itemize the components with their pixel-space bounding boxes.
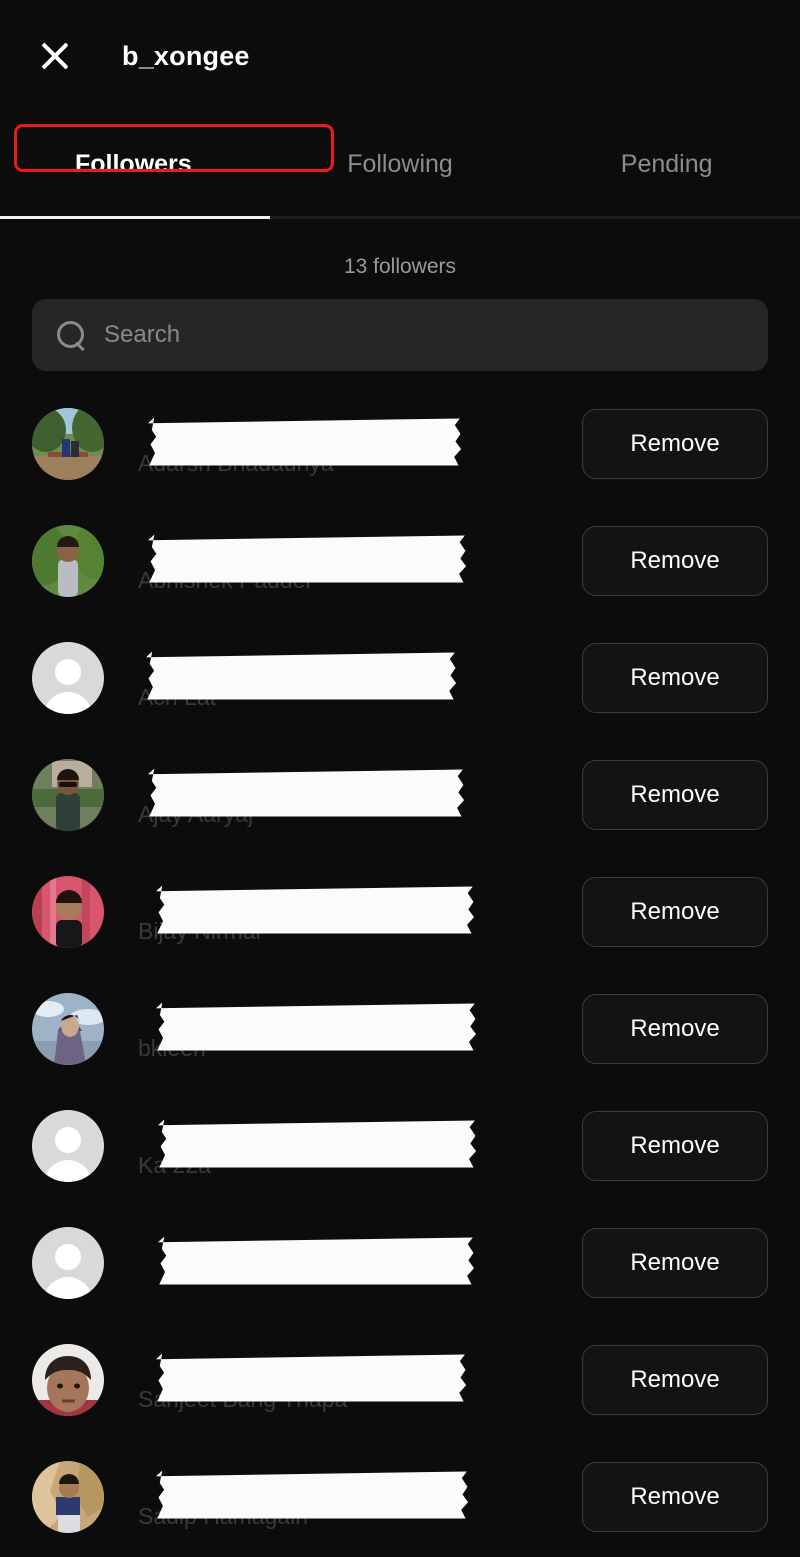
avatar-body	[44, 691, 92, 714]
follower-row[interactable]: Adarsh BhadauriyaRemove	[0, 385, 800, 502]
redaction-block	[148, 417, 462, 466]
remove-button[interactable]: Remove	[582, 525, 768, 596]
avatar-head	[55, 658, 81, 685]
remove-button[interactable]: Remove	[582, 1110, 768, 1181]
tab-following-label: Following	[347, 149, 453, 178]
remove-button[interactable]: Remove	[582, 1227, 768, 1298]
redaction-block	[148, 534, 467, 583]
tab-pending[interactable]: Pending	[533, 149, 800, 178]
search-section	[0, 293, 800, 371]
follower-names: Abhishek Padder	[138, 525, 582, 597]
redaction-block	[156, 885, 475, 934]
remove-button[interactable]: Remove	[582, 642, 768, 713]
follower-row[interactable]: Ajay AaryajRemove	[0, 736, 800, 853]
follower-names: Ach Lat	[138, 642, 582, 714]
avatar[interactable]	[32, 407, 104, 480]
header-bar: b_xongee	[0, 0, 800, 112]
tab-bar: Followers Following Pending	[0, 112, 800, 216]
search-icon	[56, 320, 86, 350]
follower-row[interactable]: Ach LatRemove	[0, 619, 800, 736]
avatar[interactable]	[32, 992, 104, 1065]
follower-names: Ka 22a	[138, 1110, 582, 1182]
search-input[interactable]	[104, 321, 768, 349]
avatar-body	[44, 1159, 92, 1182]
follower-names: Bijay Nirmal	[138, 876, 582, 948]
avatar-body	[44, 1276, 92, 1299]
followers-screen: b_xongee Followers Following Pending 13 …	[0, 0, 800, 1557]
follower-row[interactable]: Remove	[0, 1204, 800, 1321]
redaction-block	[146, 651, 457, 700]
remove-button[interactable]: Remove	[582, 993, 768, 1064]
remove-button[interactable]: Remove	[582, 408, 768, 479]
active-tab-indicator	[0, 216, 270, 219]
search-bar[interactable]	[32, 299, 768, 371]
follower-names: Sanjeet Bahg Thapa	[138, 1344, 582, 1416]
redaction-block	[156, 1470, 469, 1519]
redaction-block	[158, 1119, 477, 1168]
tab-divider	[0, 216, 800, 219]
avatar[interactable]	[32, 1109, 104, 1182]
follower-row[interactable]: Abhishek PadderRemove	[0, 502, 800, 619]
follower-row[interactable]: bkleenRemove	[0, 970, 800, 1087]
avatar[interactable]	[32, 875, 104, 948]
tab-following[interactable]: Following	[267, 149, 534, 178]
redaction-block	[156, 1002, 477, 1051]
follower-row[interactable]: Sanjeet Bahg ThapaRemove	[0, 1321, 800, 1438]
remove-button[interactable]: Remove	[582, 1344, 768, 1415]
redaction-block	[148, 768, 465, 817]
tab-pending-label: Pending	[620, 149, 713, 178]
tab-followers[interactable]: Followers	[0, 149, 267, 178]
tab-followers-label: Followers	[74, 149, 192, 178]
follower-names: Adarsh Bhadauriya	[138, 408, 582, 480]
avatar-head	[55, 1243, 81, 1270]
follower-list: Adarsh BhadauriyaRemoveAbhishek PadderRe…	[0, 371, 800, 1555]
follower-row[interactable]: Bijay NirmalRemove	[0, 853, 800, 970]
follower-count: 13 followers	[343, 255, 457, 278]
redaction-block	[158, 1236, 475, 1285]
avatar[interactable]	[32, 1460, 104, 1533]
follower-row[interactable]: Ka 22aRemove	[0, 1087, 800, 1204]
avatar[interactable]	[32, 641, 104, 714]
remove-button[interactable]: Remove	[582, 759, 768, 830]
avatar[interactable]	[32, 1343, 104, 1416]
avatar-head	[55, 1126, 81, 1153]
close-icon[interactable]	[38, 39, 72, 73]
avatar[interactable]	[32, 1226, 104, 1299]
redaction-block	[156, 1353, 467, 1402]
avatar[interactable]	[32, 524, 104, 597]
follower-row[interactable]: Sadip HamagainRemove	[0, 1438, 800, 1555]
follower-names: bkleen	[138, 993, 582, 1065]
follower-names: Sadip Hamagain	[138, 1461, 582, 1533]
remove-button[interactable]: Remove	[582, 876, 768, 947]
follower-names	[138, 1227, 582, 1299]
avatar[interactable]	[32, 758, 104, 831]
page-title: b_xongee	[122, 40, 250, 71]
remove-button[interactable]: Remove	[582, 1461, 768, 1532]
follower-names: Ajay Aaryaj	[138, 759, 582, 831]
